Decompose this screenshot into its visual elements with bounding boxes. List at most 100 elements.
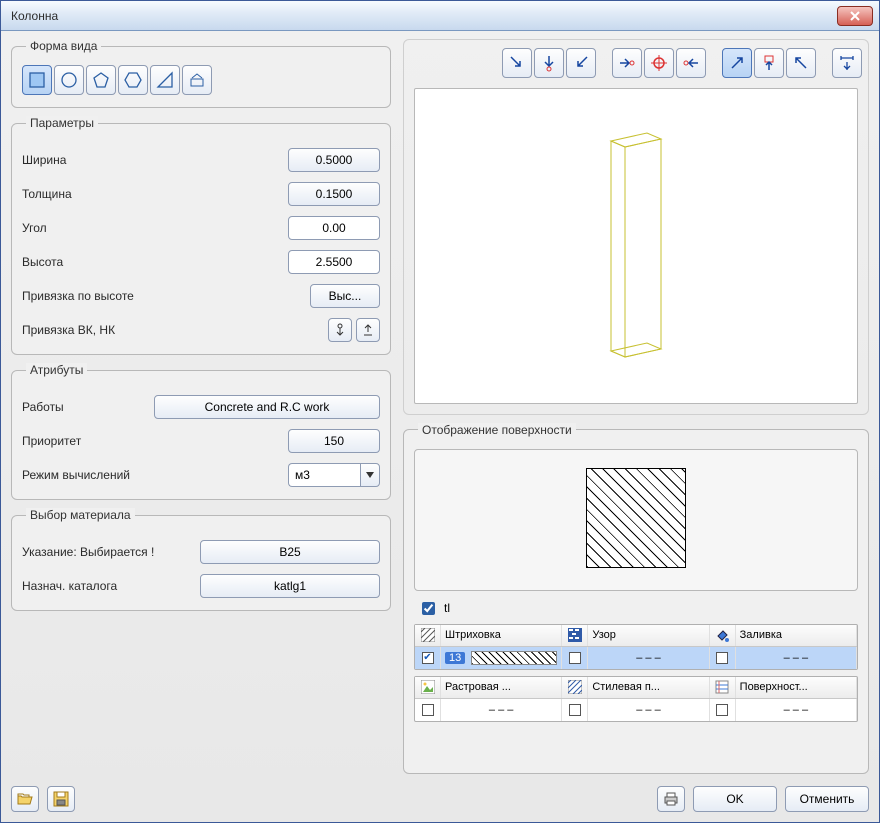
snap-btn-5[interactable] [644, 48, 674, 78]
square-icon [28, 71, 46, 89]
titlebar: Колонна [1, 1, 879, 31]
row2-surface-check[interactable] [716, 704, 728, 716]
calc-mode-value: м3 [288, 463, 360, 487]
shape-pentagon-button[interactable] [86, 65, 116, 95]
arrow-diag-icon [508, 54, 526, 72]
close-icon [850, 11, 860, 21]
header-fill[interactable]: Заливка [736, 625, 857, 646]
snap-btn-7[interactable] [722, 48, 752, 78]
snap-btn-10[interactable] [832, 48, 862, 78]
save-favorite-button[interactable] [47, 786, 75, 812]
priority-label: Приоритет [22, 434, 288, 448]
width-button[interactable]: 0.5000 [288, 148, 380, 172]
dimension-icon [838, 54, 856, 72]
pentagon-icon [92, 71, 110, 89]
arrow-up-box-icon [760, 54, 778, 72]
nk-anchor-button[interactable] [356, 318, 380, 342]
shape-hexagon-button[interactable] [118, 65, 148, 95]
cancel-button[interactable]: Отменить [785, 786, 869, 812]
works-button[interactable]: Concrete and R.C work [154, 395, 380, 419]
height-bind-button[interactable]: Выс... [310, 284, 380, 308]
row2-raster-check[interactable] [422, 704, 434, 716]
arrow-target-right-icon [618, 54, 636, 72]
row1-pattern-check[interactable] [569, 652, 581, 664]
load-favorite-button[interactable] [11, 786, 39, 812]
header-style[interactable]: Стилевая п... [588, 677, 709, 698]
catalog-label: Назнач. каталога [22, 579, 200, 593]
printer-icon [663, 791, 679, 807]
anchor-up-icon [361, 323, 375, 337]
window-title: Колонна [7, 9, 837, 23]
snap-btn-6[interactable] [676, 48, 706, 78]
snap-btn-8[interactable] [754, 48, 784, 78]
hexagon-icon [124, 71, 142, 89]
chevron-down-icon [366, 472, 374, 478]
thickness-button[interactable]: 0.1500 [288, 182, 380, 206]
target-icon [650, 54, 668, 72]
row1-fill-check[interactable] [716, 652, 728, 664]
calc-mode-label: Режим вычислений [22, 468, 288, 482]
row2-style-check[interactable] [569, 704, 581, 716]
shape-legend: Форма вида [26, 39, 101, 53]
snap-btn-1[interactable] [502, 48, 532, 78]
shape-circle-button[interactable] [54, 65, 84, 95]
surface-preview-box [414, 449, 858, 591]
snap-btn-3[interactable] [566, 48, 596, 78]
angle-label: Угол [22, 221, 288, 235]
ok-button[interactable]: OK [693, 786, 777, 812]
triangle-icon [156, 71, 174, 89]
shape-group: Форма вида [11, 39, 391, 108]
column-3d-icon [591, 121, 681, 371]
circle-icon [60, 71, 78, 89]
surface-icon [714, 679, 730, 695]
calc-mode-select[interactable]: м3 [288, 463, 380, 487]
custom-shape-icon [188, 71, 206, 89]
tl-label: tl [444, 601, 450, 615]
shape-triangle-button[interactable] [150, 65, 180, 95]
row1-pattern-val: – – – [588, 647, 709, 669]
header-surface[interactable]: Поверхност... [736, 677, 857, 698]
surface-row-2[interactable]: – – – – – – – – – [415, 699, 857, 721]
attrs-legend: Атрибуты [26, 363, 87, 377]
snap-btn-2[interactable] [534, 48, 564, 78]
priority-button[interactable]: 150 [288, 429, 380, 453]
surface-row-1[interactable]: ✔ 13 – – – – – – [415, 647, 857, 669]
header-raster[interactable]: Растровая ... [441, 677, 562, 698]
dialog-window: Колонна Форма вида [0, 0, 880, 823]
preview-3d [414, 88, 858, 404]
snap-btn-9[interactable] [786, 48, 816, 78]
row1-hatch-check[interactable]: ✔ [422, 652, 434, 664]
calc-mode-arrow[interactable] [360, 463, 380, 487]
tl-checkbox[interactable] [422, 602, 435, 615]
snap-btn-4[interactable] [612, 48, 642, 78]
pattern-icon [567, 627, 583, 643]
material-group: Выбор материала Указание: Выбирается ! B… [11, 508, 391, 611]
row1-fill-val: – – – [736, 647, 857, 669]
width-label: Ширина [22, 153, 288, 167]
params-group: Параметры Ширина 0.5000 Толщина 0.1500 У… [11, 116, 391, 355]
print-button[interactable] [657, 786, 685, 812]
surface-table-1: Штриховка Узор Заливка ✔ 13 [414, 624, 858, 670]
height-label: Высота [22, 255, 288, 269]
surface-legend: Отображение поверхности [418, 423, 576, 437]
preview-panel [403, 39, 869, 415]
surface-table-2: Растровая ... Стилевая п... Поверхност..… [414, 676, 858, 722]
angle-input[interactable]: 0.00 [288, 216, 380, 240]
hatch-preview [586, 468, 686, 568]
preview-toolbar [410, 46, 862, 84]
header-pattern[interactable]: Узор [588, 625, 709, 646]
arrow-up-right-icon [728, 54, 746, 72]
close-button[interactable] [837, 6, 873, 26]
material-selection-button[interactable]: B25 [200, 540, 380, 564]
folder-open-icon [17, 791, 33, 807]
arrow-target-left-icon [682, 54, 700, 72]
catalog-button[interactable]: katlg1 [200, 574, 380, 598]
fill-icon [714, 627, 730, 643]
header-hatch[interactable]: Штриховка [441, 625, 562, 646]
height-input[interactable]: 2.5500 [288, 250, 380, 274]
thickness-label: Толщина [22, 187, 288, 201]
shape-square-button[interactable] [22, 65, 52, 95]
params-legend: Параметры [26, 116, 98, 130]
vk-anchor-button[interactable] [328, 318, 352, 342]
shape-custom-button[interactable] [182, 65, 212, 95]
